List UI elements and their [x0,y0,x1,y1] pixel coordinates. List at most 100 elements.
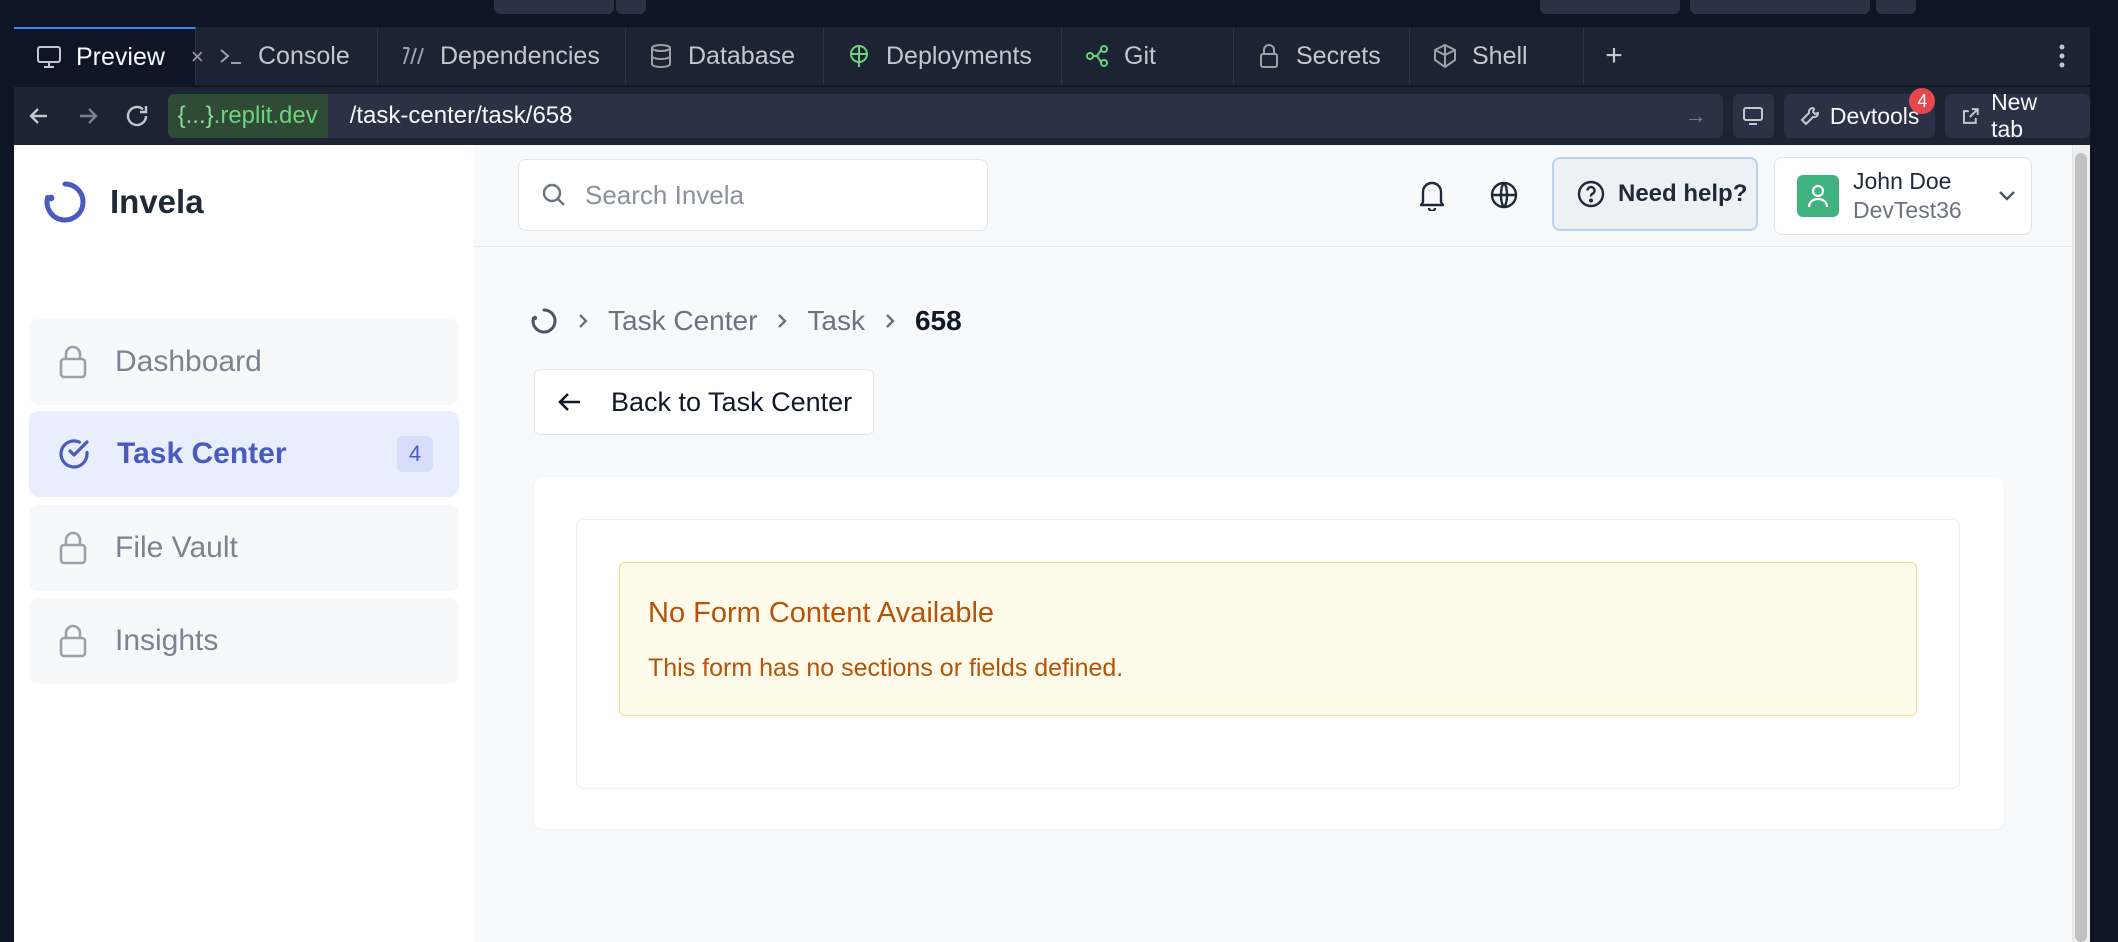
reload-button[interactable] [112,91,161,141]
ide-top-strip [0,0,2118,26]
arrow-left-icon [28,108,47,124]
chevron-right-icon [886,314,895,328]
url-host-domain: .replit.dev [213,102,318,129]
new-tab-label: New tab [1991,89,2038,142]
top-strip-pill [1540,0,1680,14]
top-strip-pill [1876,0,1916,14]
plus-icon: + [1605,39,1623,72]
tab-dependencies[interactable]: Dependencies [378,27,626,85]
tab-deployments[interactable]: Deployments [824,27,1062,85]
wrench-icon [1800,107,1819,126]
search-box [518,159,988,231]
bell-icon [1419,181,1445,211]
breadcrumb-current: 658 [914,305,962,336]
arrow-left-icon [558,393,580,411]
url-path: /task-center/task/658 [349,102,573,129]
more-menu-button[interactable] [2034,27,2090,85]
brand-name: Invela [110,183,204,220]
url-host-prefix: {...} [177,102,214,129]
sidebar: Invela Dashboard Task Center 4 File Vaul… [14,145,474,942]
user-info: John Doe DevTest36 [1853,168,1962,224]
tab-shell[interactable]: Shell [1410,27,1584,85]
need-help-button[interactable]: Need help? [1552,157,1758,231]
new-tab-button[interactable]: New tab [1945,89,2090,142]
tab-console[interactable]: Console [196,27,378,85]
sidebar-item-insights[interactable]: Insights [29,598,459,684]
ide-tab-bar: Preview × Console Dependencies Database … [14,27,2090,85]
devtools-button[interactable]: Devtools 4 [1783,88,1936,138]
forward-nav-button[interactable] [63,91,112,141]
tab-database[interactable]: Database [626,27,824,85]
arrow-right-icon [79,108,98,124]
back-button-label: Back to Task Center [611,386,853,417]
breadcrumb-item[interactable]: Task [807,305,865,337]
tab-secrets[interactable]: Secrets [1234,27,1410,85]
avatar [1797,175,1839,217]
top-strip-pill [494,0,614,14]
lock-icon [59,345,87,379]
tab-label: Database [688,41,796,70]
sidebar-item-label: Insights [115,624,219,657]
alert-message: This form has no sections or fields defi… [648,654,1124,682]
sidebar-item-label: File Vault [115,531,238,564]
home-logo-icon[interactable] [530,307,558,335]
back-to-task-center-button[interactable]: Back to Task Center [534,369,874,435]
sidebar-item-file-vault[interactable]: File Vault [29,505,459,591]
app-header: Need help? John Doe DevTest36 [474,145,2072,247]
top-strip-pill [1690,0,1870,14]
add-tab-button[interactable]: + [1584,27,1644,85]
tab-label: Deployments [886,41,1032,70]
tab-label: Git [1124,41,1156,70]
address-bar: {...} .replit.dev /task-center/task/658 →… [14,87,2090,145]
monitor-icon [36,44,62,70]
globe-icon [1490,181,1518,209]
device-preview-button[interactable] [1732,94,1774,138]
scrollbar-thumb[interactable] [2075,153,2087,942]
user-menu-button[interactable]: John Doe DevTest36 [1774,157,2032,235]
reload-icon [126,105,148,127]
tab-label: Shell [1472,41,1528,70]
desktop-icon [1743,107,1764,125]
chevron-right-icon [778,314,788,328]
need-help-label: Need help? [1618,180,1748,207]
language-button[interactable] [1484,175,1524,215]
scrollbar[interactable] [2072,145,2090,942]
deployments-icon [846,43,872,69]
tab-label: Secrets [1296,41,1381,70]
url-field[interactable]: {...} .replit.dev /task-center/task/658 → [167,94,1723,138]
alert-title: No Form Content Available [648,597,995,629]
search-input[interactable] [585,179,965,211]
lock-icon [59,624,87,658]
empty-form-alert: No Form Content Available This form has … [619,562,1917,716]
help-circle-icon [1577,180,1605,208]
breadcrumb: Task Center Task 658 [530,305,962,337]
sidebar-item-dashboard[interactable]: Dashboard [29,319,459,405]
tab-preview[interactable]: Preview × [14,27,204,85]
brand-logo[interactable]: Invela [42,179,204,225]
chevron-right-icon [579,314,588,328]
user-icon [1807,184,1829,208]
tab-git[interactable]: Git [1062,27,1234,85]
back-nav-button[interactable] [14,91,63,141]
chevron-down-icon [1998,191,2015,201]
sidebar-item-label: Task Center [117,437,287,470]
notifications-button[interactable] [1412,175,1452,215]
task-form-card: No Form Content Available This form has … [534,477,2004,829]
dependencies-icon [400,43,426,69]
sidebar-item-task-center[interactable]: Task Center 4 [29,411,459,497]
go-arrow-icon[interactable]: → [1685,103,1723,129]
kebab-icon [2059,44,2065,68]
devtools-badge: 4 [1909,88,1936,114]
check-circle-icon [59,439,89,469]
search-icon [542,183,565,206]
sidebar-item-label: Dashboard [115,345,262,378]
form-container: No Form Content Available This form has … [576,519,1960,789]
shell-icon [1432,43,1458,69]
database-icon [648,43,674,69]
devtools-label: Devtools [1829,102,1920,129]
breadcrumb-item[interactable]: Task Center [608,305,757,337]
user-name: John Doe [1853,168,1952,194]
user-company: DevTest36 [1853,197,1962,223]
task-count-badge: 4 [397,436,433,472]
lock-icon [1256,43,1282,69]
